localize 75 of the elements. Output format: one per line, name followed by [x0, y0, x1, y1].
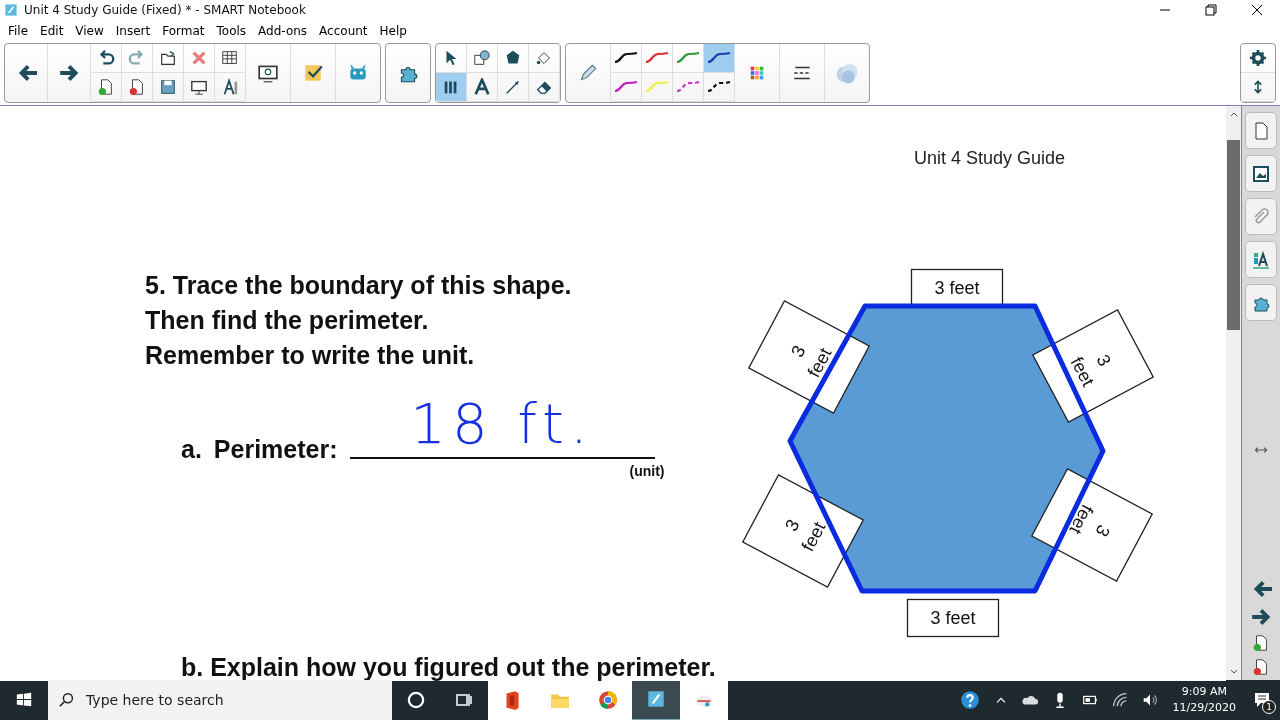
menu-item[interactable]: View — [69, 23, 110, 38]
delete-icon[interactable] — [190, 49, 208, 67]
properties-icon — [1251, 249, 1271, 270]
unit-hint: (unit) — [629, 463, 665, 479]
windows-start-icon[interactable] — [15, 691, 33, 709]
window-title: Unit 4 Study Guide (Fixed) * - SMART Notebook — [24, 3, 306, 17]
add-page-icon[interactable] — [97, 78, 115, 96]
settings-icon[interactable] — [1249, 49, 1267, 67]
notification-badge: 1 — [1262, 700, 1276, 714]
properties-tab[interactable] — [1245, 241, 1277, 278]
item-letter: a. — [181, 435, 202, 464]
scroll-up-icon[interactable] — [1228, 110, 1239, 118]
save-icon[interactable] — [159, 78, 177, 96]
side-label: 3 feet — [747, 300, 871, 414]
taskbar-search-field[interactable]: Type here to search — [48, 680, 392, 720]
text-icon — [473, 78, 491, 96]
checkmark-icon[interactable] — [302, 62, 324, 84]
scroll-down-icon[interactable] — [1228, 668, 1239, 676]
question-text: 5. Trace the boundary of this shape. — [145, 270, 572, 301]
wifi-icon[interactable] — [1110, 691, 1129, 709]
delete-page-icon[interactable] — [1252, 658, 1270, 676]
forward-arrow-icon[interactable] — [1250, 606, 1272, 628]
menu-item[interactable]: Help — [373, 23, 413, 38]
pencil-icon[interactable] — [577, 62, 599, 84]
menu-item[interactable]: Insert — [109, 23, 157, 38]
table-icon[interactable] — [221, 49, 239, 67]
pen-style-button[interactable] — [611, 44, 642, 73]
perimeter-label: Perimeter: — [213, 435, 338, 464]
side-label: 3 feet — [1030, 468, 1154, 582]
side-label: 3 feet — [1031, 309, 1155, 423]
gallery-tab[interactable] — [1245, 155, 1277, 192]
pen-style-button[interactable] — [704, 44, 735, 73]
menu-item[interactable]: Tools — [210, 23, 253, 38]
restore-icon[interactable] — [1205, 4, 1217, 16]
tool-button[interactable] — [498, 44, 529, 73]
cortana-icon[interactable] — [405, 689, 427, 711]
question-text: b. Explain how you figured out the perimeter. — [181, 653, 716, 681]
tool-button[interactable] — [467, 44, 498, 73]
side-label: 3 feet — [741, 474, 865, 588]
image-icon — [1251, 163, 1271, 184]
menu-item[interactable]: Edit — [34, 23, 70, 38]
add-ons-tab[interactable] — [1245, 284, 1277, 321]
add-page-icon[interactable] — [1252, 634, 1270, 652]
pen-style-button[interactable] — [704, 73, 735, 102]
notebook-icon[interactable] — [645, 688, 667, 710]
menu-item[interactable]: Format — [156, 23, 211, 38]
side-label: 3 feet — [906, 598, 1000, 638]
tool-button[interactable] — [436, 73, 467, 102]
shapes-icon — [473, 49, 491, 67]
search-icon — [58, 691, 76, 709]
question-text: Remember to write the unit. — [145, 340, 476, 371]
open-file-icon[interactable] — [159, 49, 177, 67]
close-icon[interactable] — [1251, 4, 1263, 16]
handwritten-answer: 18 ft. — [410, 391, 594, 457]
page-sorter-tab[interactable] — [1245, 112, 1277, 149]
clock-time[interactable]: 9:09 AM — [1181, 684, 1227, 700]
measure-tools-icon[interactable] — [221, 78, 239, 96]
menu-item[interactable]: File — [2, 23, 35, 38]
forward-arrow-icon[interactable] — [58, 62, 80, 84]
page-header: Unit 4 Study Guide — [914, 148, 1066, 169]
chrome-icon[interactable] — [597, 689, 619, 711]
screen-icon[interactable] — [190, 78, 208, 96]
tool-button[interactable] — [529, 73, 560, 102]
attachments-tab[interactable] — [1245, 198, 1277, 235]
clock-date[interactable]: 11/29/2020 — [1172, 700, 1236, 716]
menu-item[interactable]: Add-ons — [252, 23, 314, 38]
tool-button[interactable] — [467, 73, 498, 102]
color-palette-icon[interactable] — [748, 64, 766, 82]
scrollbar-thumb[interactable] — [1227, 140, 1240, 330]
menu-item[interactable]: Account — [313, 23, 374, 38]
help-icon[interactable] — [958, 689, 981, 711]
delete-page-icon[interactable] — [128, 78, 146, 96]
fill-icon — [535, 49, 553, 67]
undo-icon[interactable] — [97, 49, 115, 67]
question-text: Then find the perimeter. — [145, 305, 430, 336]
